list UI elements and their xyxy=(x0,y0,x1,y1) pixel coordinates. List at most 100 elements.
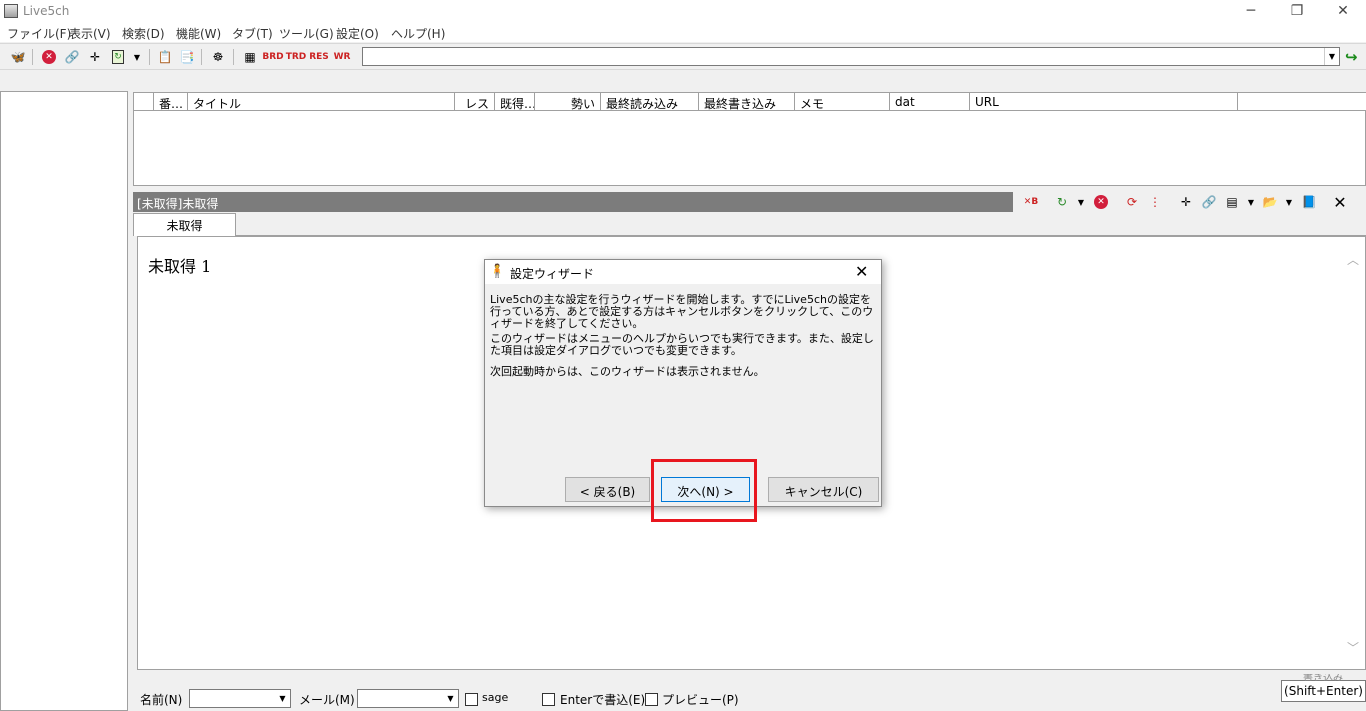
column-header-last-write[interactable]: 最終書き込み xyxy=(699,93,795,111)
column-header-icon[interactable] xyxy=(134,93,154,111)
address-combobox[interactable]: ▼ xyxy=(362,47,1340,66)
thread-list[interactable]: 番… タイトル レス 既得… 勢い 最終読み込み 最終書き込み メモ dat U… xyxy=(133,92,1366,186)
chevron-down-icon[interactable]: ▼ xyxy=(443,690,458,707)
paste-icon[interactable]: 📑 xyxy=(178,48,196,66)
dialog-body: Live5chの主な設定を行うウィザードを開始します。すでにLive5chの設定… xyxy=(486,286,880,466)
column-header-number[interactable]: 番… xyxy=(154,93,188,111)
app-icon xyxy=(4,4,18,18)
signpost-icon[interactable]: ✛ xyxy=(86,48,104,66)
board-tree-pane[interactable] xyxy=(0,91,128,711)
post-header: 未取得 1 xyxy=(148,257,212,276)
refresh-icon[interactable]: ↻ xyxy=(1053,193,1071,211)
menu-file[interactable]: ファイル(F) xyxy=(7,25,71,42)
dialog-paragraph-help: このウィザードはメニューのヘルプからいつでも実行できます。また、設定した項目は設… xyxy=(490,332,874,357)
cancel-button[interactable]: キャンセル(C) xyxy=(768,477,879,502)
brd-icon[interactable]: BRD xyxy=(262,48,283,66)
column-header-res[interactable]: レス xyxy=(455,93,495,111)
highlight-box xyxy=(651,459,757,522)
menu-tab[interactable]: タブ(T) xyxy=(232,25,273,42)
secondary-toolbar xyxy=(0,69,1366,91)
close-window-button[interactable]: ✕ xyxy=(1320,0,1366,22)
scroll-down-icon[interactable]: ﹀ xyxy=(1347,639,1359,656)
column-header-dat[interactable]: dat xyxy=(890,93,970,111)
column-header-memo[interactable]: メモ xyxy=(795,93,890,111)
chevron-down-icon[interactable]: ▼ xyxy=(1280,193,1298,211)
back-button[interactable]: < 戻る(B) xyxy=(565,477,650,502)
column-header-momentum[interactable]: 勢い xyxy=(535,93,601,111)
main-toolbar: 🦋 ✕ 🔗 ✛ ↻ ▼ 📋 📑 ☸ ▦ BRD TRD RES WR ▼ ↪ xyxy=(0,43,1366,69)
submit-button-label: (Shift+Enter) xyxy=(1284,684,1363,698)
dialog-paragraph-intro: Live5chの主な設定を行うウィザードを開始します。すでにLive5chの設定… xyxy=(490,293,874,330)
chevron-down-icon[interactable]: ▼ xyxy=(275,690,290,707)
go-arrow-icon[interactable]: ↪ xyxy=(1345,48,1358,66)
thread-tab-bar: 未取得 xyxy=(133,212,1366,236)
book-icon[interactable]: 📘 xyxy=(1300,193,1318,211)
document-icon[interactable]: ▤ xyxy=(1223,193,1241,211)
toolbar-separator xyxy=(32,49,33,65)
name-combobox[interactable]: ▼ xyxy=(189,689,291,708)
chevron-down-icon[interactable]: ▼ xyxy=(1072,193,1090,211)
mail-label: メール(M) xyxy=(299,693,355,707)
submit-button-caption: 書き込み xyxy=(1303,674,1343,681)
enter-submit-checkbox[interactable] xyxy=(542,693,555,706)
link-icon[interactable]: 🔗 xyxy=(1200,193,1218,211)
thread-title-bar: [未取得]未取得 xyxy=(133,192,1013,212)
toolbar-separator xyxy=(201,49,202,65)
wr-icon[interactable]: WR xyxy=(333,48,351,66)
restore-button[interactable]: ❐ xyxy=(1274,0,1320,22)
close-thread-icon[interactable]: ✕ xyxy=(1331,193,1349,212)
toolbar-separator xyxy=(233,49,234,65)
dialog-paragraph-notice: 次回起動時からは、このウィザードは表示されません。 xyxy=(490,365,765,378)
grid-icon[interactable]: ▦ xyxy=(241,48,259,66)
column-header-last-read[interactable]: 最終読み込み xyxy=(601,93,699,111)
scroll-up-icon[interactable]: ︿ xyxy=(1347,251,1359,268)
preview-checkbox[interactable] xyxy=(645,693,658,706)
name-label: 名前(N) xyxy=(140,693,183,707)
delete-log-icon[interactable]: ✕B xyxy=(1022,193,1040,211)
split-icon[interactable]: ⋮ xyxy=(1146,193,1164,211)
dialog-title: 設定ウィザード xyxy=(510,267,595,281)
menu-search[interactable]: 検索(D) xyxy=(122,25,165,42)
refresh-icon[interactable]: ↻ xyxy=(109,48,127,66)
thread-toolbar: ✕B ↻ ▼ ✕ ⟳ ⋮ ✛ 🔗 ▤ ▼ 📂 ▼ 📘 ✕ xyxy=(1015,192,1366,212)
chevron-down-icon[interactable]: ▼ xyxy=(1242,193,1260,211)
menu-tools[interactable]: ツール(G) xyxy=(279,25,334,42)
folder-icon[interactable]: 📂 xyxy=(1261,193,1279,211)
steering-wheel-icon[interactable]: ☸ xyxy=(209,48,227,66)
dialog-title-bar: 🧍 設定ウィザード ✕ xyxy=(485,260,881,284)
tab-unfetched[interactable]: 未取得 xyxy=(133,213,236,236)
title-bar: Live5ch ─ ❐ ✕ xyxy=(0,0,1366,22)
copy-icon[interactable]: 📋 xyxy=(156,48,174,66)
res-icon[interactable]: RES xyxy=(309,48,329,66)
column-header-title[interactable]: タイトル xyxy=(188,93,455,111)
toolbar-separator xyxy=(149,49,150,65)
post-form: 名前(N) ▼ メール(M) ▼ sage Enterで書込(E) プレビュー(… xyxy=(133,674,1366,711)
signpost-icon[interactable]: ✛ xyxy=(1177,193,1195,211)
enter-submit-label: Enterで書込(E) xyxy=(560,693,646,707)
mail-combobox[interactable]: ▼ xyxy=(357,689,459,708)
window-title: Live5ch xyxy=(23,4,70,18)
wing-icon[interactable]: 🦋 xyxy=(9,48,27,66)
thread-list-header: 番… タイトル レス 既得… 勢い 最終読み込み 最終書き込み メモ dat U… xyxy=(134,93,1366,111)
wizard-icon: 🧍 xyxy=(489,264,506,279)
chevron-down-icon[interactable]: ▼ xyxy=(1324,48,1339,65)
stop-icon[interactable]: ✕ xyxy=(40,48,58,66)
sage-label: sage xyxy=(482,691,509,704)
menu-function[interactable]: 機能(W) xyxy=(176,25,221,42)
menu-help[interactable]: ヘルプ(H) xyxy=(391,25,445,42)
menu-bar: ファイル(F) 表示(V) 検索(D) 機能(W) タブ(T) ツール(G) 設… xyxy=(0,22,1366,42)
chevron-down-icon[interactable]: ▼ xyxy=(128,48,146,66)
reload-icon[interactable]: ⟳ xyxy=(1123,193,1141,211)
menu-view[interactable]: 表示(V) xyxy=(69,25,111,42)
link-icon[interactable]: 🔗 xyxy=(63,48,81,66)
trd-icon[interactable]: TRD xyxy=(286,48,307,66)
preview-label: プレビュー(P) xyxy=(662,693,739,707)
column-header-fetched[interactable]: 既得… xyxy=(495,93,535,111)
column-header-url[interactable]: URL xyxy=(970,93,1238,111)
submit-button[interactable]: 書き込み (Shift+Enter) xyxy=(1281,674,1366,702)
menu-settings[interactable]: 設定(O) xyxy=(336,25,379,42)
minimize-button[interactable]: ─ xyxy=(1228,0,1274,22)
stop-icon[interactable]: ✕ xyxy=(1092,193,1110,211)
dialog-close-icon[interactable]: ✕ xyxy=(855,262,868,281)
sage-checkbox[interactable] xyxy=(465,693,478,706)
